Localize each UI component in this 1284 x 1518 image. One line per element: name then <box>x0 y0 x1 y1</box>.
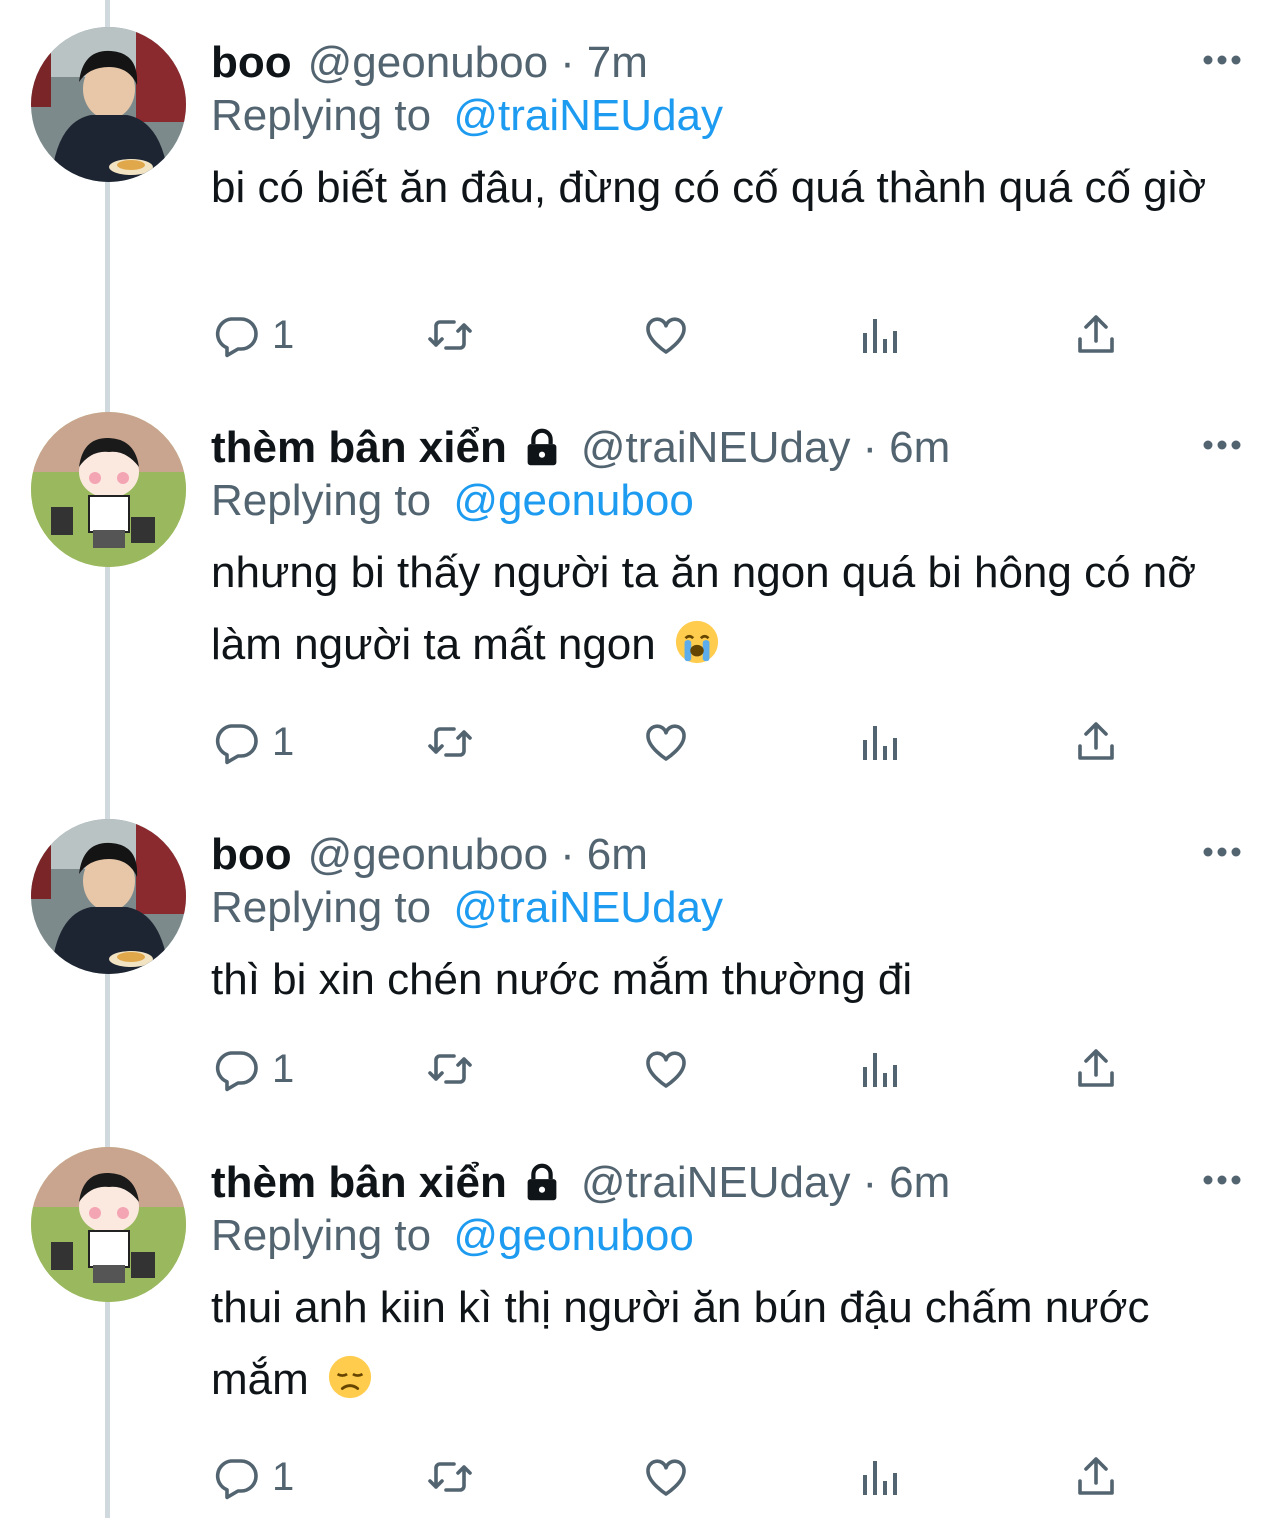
tweet-actions: 1 <box>0 712 1284 772</box>
avatar[interactable] <box>31 1147 186 1302</box>
share-button[interactable] <box>1072 1447 1120 1507</box>
tweet-text-content: bi có biết ăn đâu, đừng có cố quá thành … <box>211 163 1207 212</box>
tweet-header: thèm bân xiển @traiNEUday · 6m <box>211 1153 950 1213</box>
tweet-header: thèm bân xiển @traiNEUday · 6m <box>211 418 950 478</box>
avatar[interactable] <box>31 27 186 182</box>
views-bar-icon <box>863 319 897 353</box>
separator-dot: · <box>862 1158 878 1207</box>
user-handle[interactable]: @geonuboo <box>308 830 548 880</box>
replying-label: Replying to <box>211 1211 432 1260</box>
timestamp[interactable]: 6m <box>889 423 950 473</box>
retweet-button[interactable] <box>426 1039 474 1099</box>
share-upload-icon <box>1078 315 1114 353</box>
retweet-icon <box>428 1462 472 1492</box>
display-name[interactable]: thèm bân xiển <box>211 423 507 473</box>
replying-to-link[interactable]: @traiNEUday <box>453 883 723 932</box>
reply-button[interactable]: 1 <box>212 305 294 365</box>
disappointed-face-icon <box>328 1355 372 1399</box>
replying-to-line: Replying to @traiNEUday <box>211 91 723 141</box>
views-button[interactable] <box>857 712 905 772</box>
share-upload-icon <box>1078 1457 1114 1495</box>
views-bar-icon <box>863 726 897 760</box>
views-button[interactable] <box>857 305 905 365</box>
lock-icon <box>527 1163 557 1201</box>
separator-dot: · <box>560 830 575 879</box>
replying-to-line: Replying to @geonuboo <box>211 1211 694 1261</box>
reply-bubble-icon <box>215 317 258 358</box>
views-bar-icon <box>863 1053 897 1087</box>
retweet-icon <box>428 1054 472 1084</box>
user-handle[interactable]: @traiNEUday <box>581 1158 851 1208</box>
tweet-header: boo @geonuboo · 7m <box>211 33 648 93</box>
more-horizontal-icon[interactable] <box>1202 438 1242 452</box>
more-horizontal-icon[interactable] <box>1202 845 1242 859</box>
reply-count: 1 <box>272 719 295 764</box>
share-upload-icon <box>1078 722 1114 760</box>
replying-label: Replying to <box>211 91 432 140</box>
reply-count: 1 <box>272 1046 295 1091</box>
heart-icon <box>646 724 686 761</box>
tweet-text-content: thì bi xin chén nước mắm thường đi <box>211 955 913 1004</box>
reply-button[interactable]: 1 <box>212 1039 294 1099</box>
retweet-button[interactable] <box>426 712 474 772</box>
views-bar-icon <box>863 1461 897 1495</box>
like-button[interactable] <box>642 1039 690 1099</box>
display-name[interactable]: boo <box>211 830 292 880</box>
user-handle[interactable]: @geonuboo <box>308 38 548 88</box>
like-button[interactable] <box>642 1447 690 1507</box>
avatar[interactable] <box>31 412 186 567</box>
more-horizontal-icon[interactable] <box>1202 1173 1242 1187</box>
replying-to-link[interactable]: @traiNEUday <box>453 91 723 140</box>
more-horizontal-icon[interactable] <box>1202 53 1242 67</box>
timestamp[interactable]: 6m <box>889 1158 950 1208</box>
display-name[interactable]: boo <box>211 38 292 88</box>
avatar[interactable] <box>31 819 186 974</box>
reply-bubble-icon <box>215 1459 258 1500</box>
reply-count: 1 <box>272 312 295 357</box>
tweet-text: bi có biết ăn đâu, đừng có cố quá thành … <box>211 152 1251 224</box>
user-handle[interactable]: @traiNEUday <box>581 423 851 473</box>
tweet-text: nhưng bi thấy người ta ăn ngon quá bi hô… <box>211 537 1251 681</box>
retweet-icon <box>428 727 472 757</box>
heart-icon <box>646 1459 686 1496</box>
reply-bubble-icon <box>215 724 258 765</box>
views-button[interactable] <box>857 1447 905 1507</box>
timestamp[interactable]: 6m <box>587 830 648 880</box>
loudly-crying-face-icon <box>675 620 719 664</box>
replying-label: Replying to <box>211 883 432 932</box>
replying-to-link[interactable]: @geonuboo <box>453 476 693 525</box>
tweet-actions: 1 <box>0 1039 1284 1099</box>
heart-icon <box>646 317 686 354</box>
reply-button[interactable]: 1 <box>212 712 294 772</box>
reply-count: 1 <box>272 1454 295 1499</box>
views-button[interactable] <box>857 1039 905 1099</box>
share-button[interactable] <box>1072 1039 1120 1099</box>
replying-to-link[interactable]: @geonuboo <box>453 1211 693 1260</box>
replying-to-line: Replying to @geonuboo <box>211 476 694 526</box>
display-name[interactable]: thèm bân xiển <box>211 1158 507 1208</box>
tweet-header: boo @geonuboo · 6m <box>211 825 648 885</box>
tweet-text: thì bi xin chén nước mắm thường đi <box>211 944 1251 1016</box>
separator-dot: · <box>862 423 878 472</box>
lock-icon <box>527 428 557 466</box>
retweet-icon <box>428 320 472 350</box>
reply-bubble-icon <box>215 1051 258 1092</box>
tweet-text: thui anh kiin kì thị người ăn bún đậu ch… <box>211 1272 1251 1416</box>
retweet-button[interactable] <box>426 305 474 365</box>
like-button[interactable] <box>642 712 690 772</box>
replying-to-line: Replying to @traiNEUday <box>211 883 723 933</box>
like-button[interactable] <box>642 305 690 365</box>
timestamp[interactable]: 7m <box>587 38 648 88</box>
replying-label: Replying to <box>211 476 432 525</box>
reply-button[interactable]: 1 <box>212 1447 294 1507</box>
heart-icon <box>646 1051 686 1088</box>
share-upload-icon <box>1078 1049 1114 1087</box>
share-button[interactable] <box>1072 305 1120 365</box>
tweet-actions: 1 <box>0 1447 1284 1507</box>
tweet-actions: 1 <box>0 305 1284 365</box>
retweet-button[interactable] <box>426 1447 474 1507</box>
share-button[interactable] <box>1072 712 1120 772</box>
separator-dot: · <box>560 38 575 87</box>
